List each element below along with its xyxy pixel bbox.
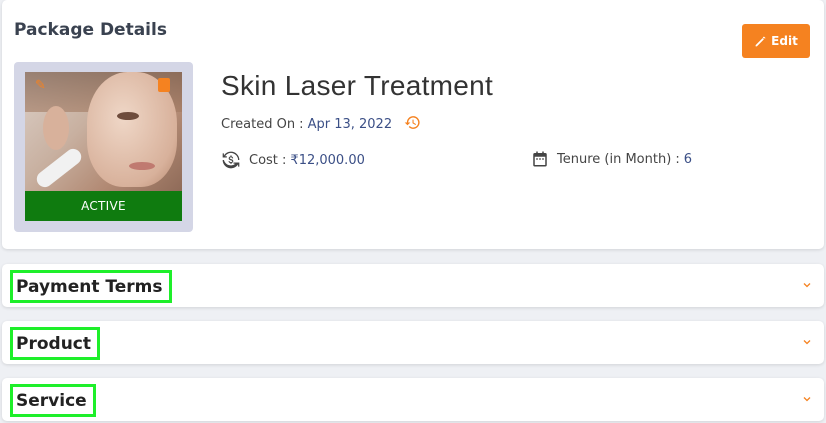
calendar-icon <box>533 151 547 167</box>
chevron-down-icon[interactable] <box>802 280 812 290</box>
chevron-down-icon[interactable] <box>802 394 812 404</box>
created-on-label: Created On : <box>221 117 304 132</box>
cost-label: Cost : <box>249 152 287 168</box>
package-image: ✎ <box>25 72 182 193</box>
accordion-payment-terms[interactable]: Payment Terms <box>2 264 824 307</box>
package-details-card: Package Details Edit ✎ ACTIVE Skin Laser… <box>2 0 824 249</box>
currency-exchange-icon <box>222 151 240 169</box>
image-delete-icon[interactable] <box>158 78 170 92</box>
created-on-value: Apr 13, 2022 <box>307 117 393 132</box>
image-edit-icon[interactable]: ✎ <box>35 78 46 93</box>
status-badge: ACTIVE <box>25 191 182 221</box>
edit-button[interactable]: Edit <box>742 24 810 58</box>
accordion-service[interactable]: Service <box>2 378 824 421</box>
cost-row: Cost : ₹12,000.00 <box>221 150 365 170</box>
edit-button-label: Edit <box>771 34 798 48</box>
accordion-product-label: Product <box>10 327 100 360</box>
accordion-product[interactable]: Product <box>2 321 824 364</box>
tenure-row: Tenure (in Month) : 6 <box>531 150 692 168</box>
package-name: Skin Laser Treatment <box>221 70 494 101</box>
created-on-row: Created On : Apr 13, 2022 <box>221 114 421 135</box>
accordion-payment-terms-label: Payment Terms <box>10 270 172 303</box>
cost-value: ₹12,000.00 <box>290 152 365 168</box>
tenure-label: Tenure (in Month) : <box>557 151 680 167</box>
package-image-frame: ✎ ACTIVE <box>14 62 193 232</box>
tenure-value: 6 <box>683 151 693 167</box>
package-details-title: Package Details <box>14 20 167 40</box>
history-icon[interactable] <box>404 114 421 135</box>
chevron-down-icon[interactable] <box>802 337 812 347</box>
accordion-service-label: Service <box>10 384 96 417</box>
pencil-icon <box>755 36 766 46</box>
